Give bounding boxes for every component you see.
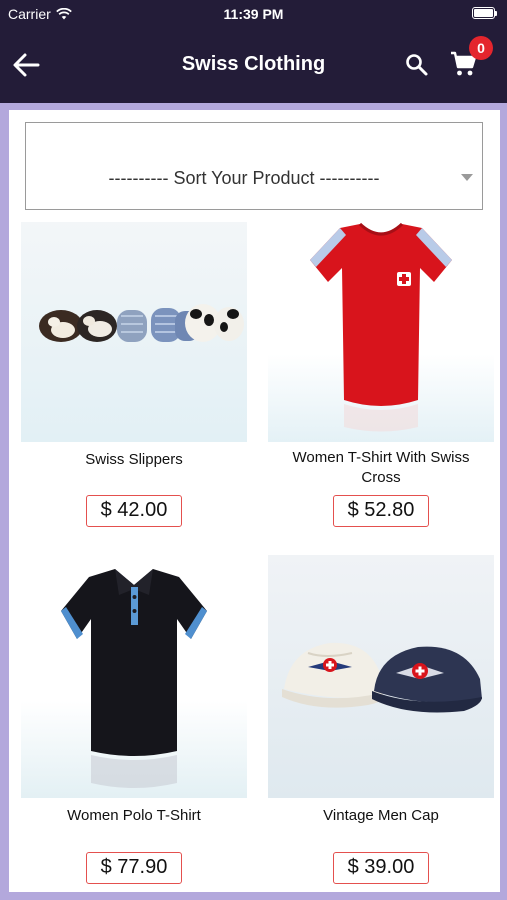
product-image[interactable]	[21, 555, 247, 798]
nav-bar: Swiss Clothing 0	[0, 36, 507, 90]
product-image[interactable]	[268, 555, 494, 798]
product-card-swiss-slippers[interactable]: Swiss Slippers $ 42.00	[21, 222, 247, 532]
sort-dropdown-label: ---------- Sort Your Product ----------	[108, 168, 380, 188]
slippers-image	[39, 304, 244, 342]
status-bar: Carrier 11:39 PM	[0, 0, 507, 28]
product-price: $ 42.00	[86, 495, 182, 527]
product-card-women-tshirt-swiss-cross[interactable]: Women T-Shirt With Swiss Cross $ 52.80	[268, 222, 494, 532]
product-name: Swiss Slippers	[85, 451, 183, 468]
product-image[interactable]	[21, 222, 247, 442]
sort-dropdown[interactable]: ---------- Sort Your Product ----------	[25, 122, 483, 210]
battery-icon	[472, 7, 497, 19]
product-price: $ 52.80	[333, 495, 429, 527]
product-name: Women T-Shirt With Swiss Cross	[292, 449, 470, 486]
cart-count-badge[interactable]: 0	[469, 36, 493, 60]
polo-shirt-image	[61, 569, 207, 788]
product-list-panel: ---------- Sort Your Product ----------	[9, 110, 500, 892]
red-tshirt-image	[310, 222, 452, 432]
app-header: Carrier 11:39 PM Swiss Clothing 0	[0, 0, 507, 103]
page-title: Swiss Clothing	[181, 53, 326, 75]
product-image[interactable]	[268, 222, 494, 442]
product-price: $ 39.00	[333, 852, 429, 884]
caps-image	[282, 642, 482, 713]
product-name: Vintage Men Cap	[323, 807, 439, 824]
product-price: $ 77.90	[86, 852, 182, 884]
product-card-women-polo-tshirt[interactable]: Women Polo T-Shirt $ 77.90	[21, 555, 247, 885]
search-icon[interactable]	[404, 52, 430, 78]
status-time: 11:39 PM	[223, 6, 284, 22]
chevron-down-icon	[461, 174, 473, 181]
product-card-vintage-men-cap[interactable]: Vintage Men Cap $ 39.00	[268, 555, 494, 885]
product-name: Women Polo T-Shirt	[67, 807, 201, 824]
